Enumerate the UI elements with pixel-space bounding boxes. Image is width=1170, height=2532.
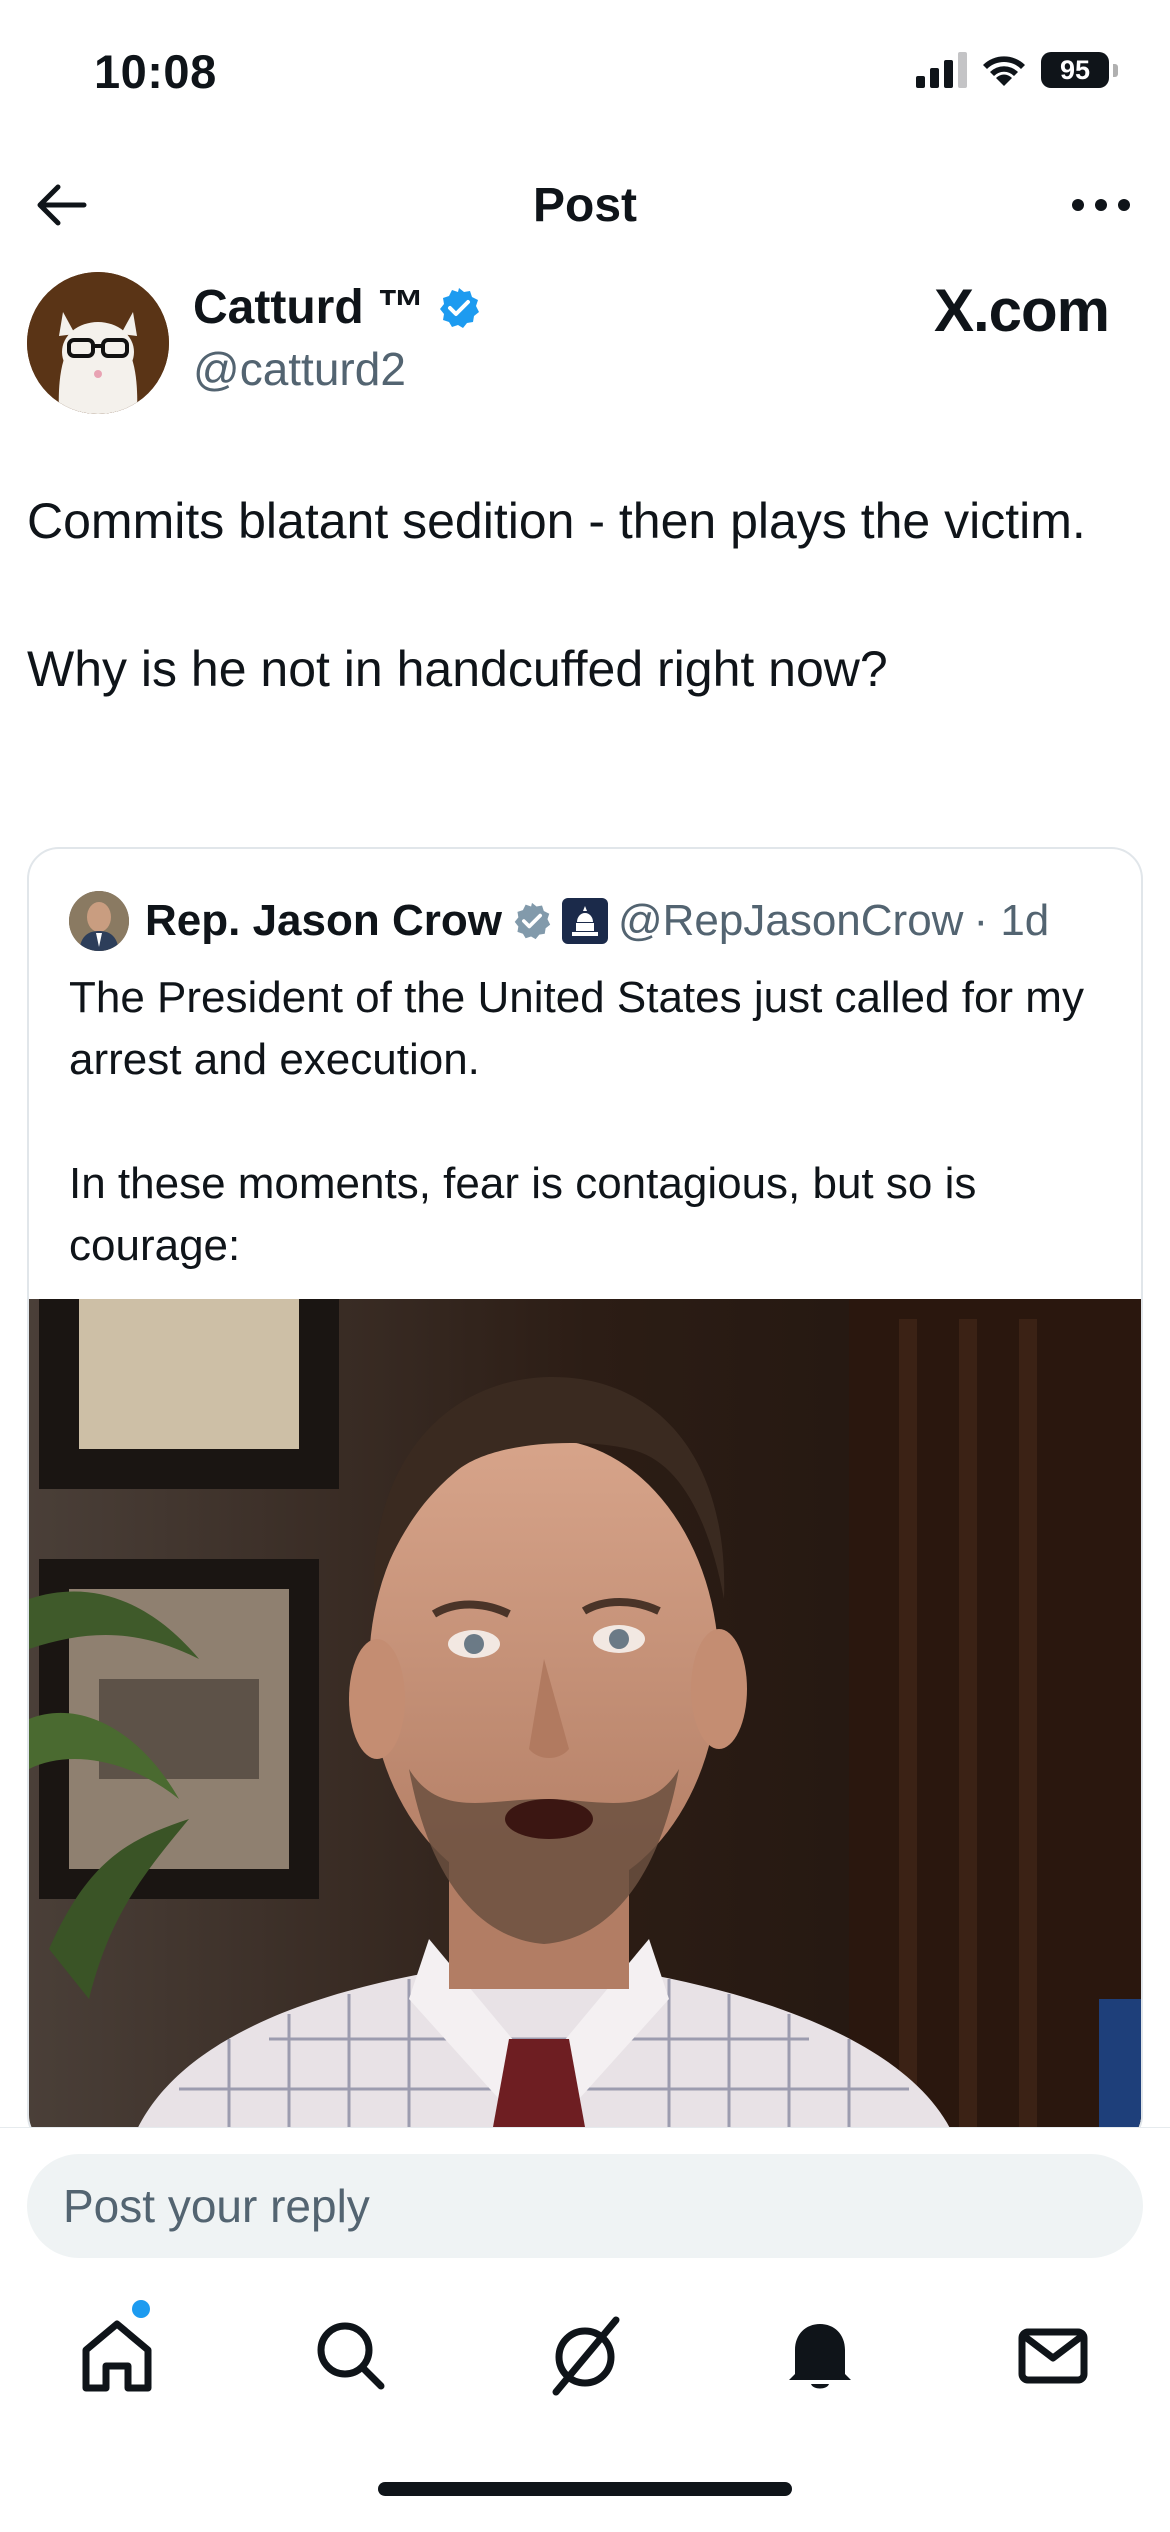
more-options-icon[interactable] xyxy=(1066,174,1136,236)
cellular-signal-icon xyxy=(916,52,967,88)
author-name[interactable]: Catturd ™ xyxy=(193,280,425,335)
quoted-author-handle: @RepJasonCrow xyxy=(617,896,964,945)
tab-search[interactable] xyxy=(305,2310,395,2400)
tab-messages[interactable] xyxy=(1008,2310,1098,2400)
battery-cap xyxy=(1113,63,1118,77)
battery-icon: 95 xyxy=(1041,52,1109,88)
avatar[interactable] xyxy=(27,272,169,414)
author-handle[interactable]: @catturd2 xyxy=(193,342,406,396)
notification-dot xyxy=(132,2300,150,2318)
tab-grok[interactable] xyxy=(540,2310,630,2400)
tab-notifications[interactable] xyxy=(775,2310,865,2400)
verified-badge-icon xyxy=(439,287,479,328)
status-time: 10:08 xyxy=(94,45,217,98)
page-title: Post xyxy=(532,179,637,232)
quoted-post-header: Rep. Jason Crow @RepJasonCrow · 1d xyxy=(69,891,1049,951)
quoted-post-text: The President of the United States just … xyxy=(69,973,1084,1270)
status-icons: 95 xyxy=(916,52,1118,88)
quoted-post-card[interactable]: Rep. Jason Crow @RepJasonCrow · 1d The P… xyxy=(27,847,1143,2147)
bell-icon xyxy=(789,2324,851,2389)
home-indicator[interactable] xyxy=(378,2482,792,2496)
tab-home[interactable] xyxy=(72,2300,162,2400)
post-text: Commits blatant sedition - then plays th… xyxy=(27,493,1086,697)
grok-icon xyxy=(552,2316,620,2396)
reply-input[interactable]: Post your reply xyxy=(27,2154,1143,2258)
bottom-tab-bar xyxy=(0,2290,1170,2430)
quoted-avatar xyxy=(69,891,129,951)
post-author: Catturd ™ @catturd2 X.com xyxy=(27,272,1143,414)
quoted-author-name: Rep. Jason Crow xyxy=(145,896,502,945)
status-bar: 10:08 95 xyxy=(0,0,1170,150)
government-affiliation-icon xyxy=(561,898,608,944)
mail-icon xyxy=(1018,2328,1088,2384)
post-header: Post xyxy=(0,150,1170,260)
reply-bar: Post your reply xyxy=(0,2127,1170,2277)
quoted-video-thumbnail[interactable] xyxy=(29,1299,1141,2145)
home-icon xyxy=(82,2320,152,2392)
source-label: X.com xyxy=(933,277,1110,344)
verified-gray-badge-icon xyxy=(514,902,551,940)
author-name-row: Catturd ™ xyxy=(193,280,481,335)
quoted-post-time: · 1d xyxy=(973,896,1050,945)
wifi-icon xyxy=(983,56,1025,86)
search-icon xyxy=(317,2322,385,2390)
